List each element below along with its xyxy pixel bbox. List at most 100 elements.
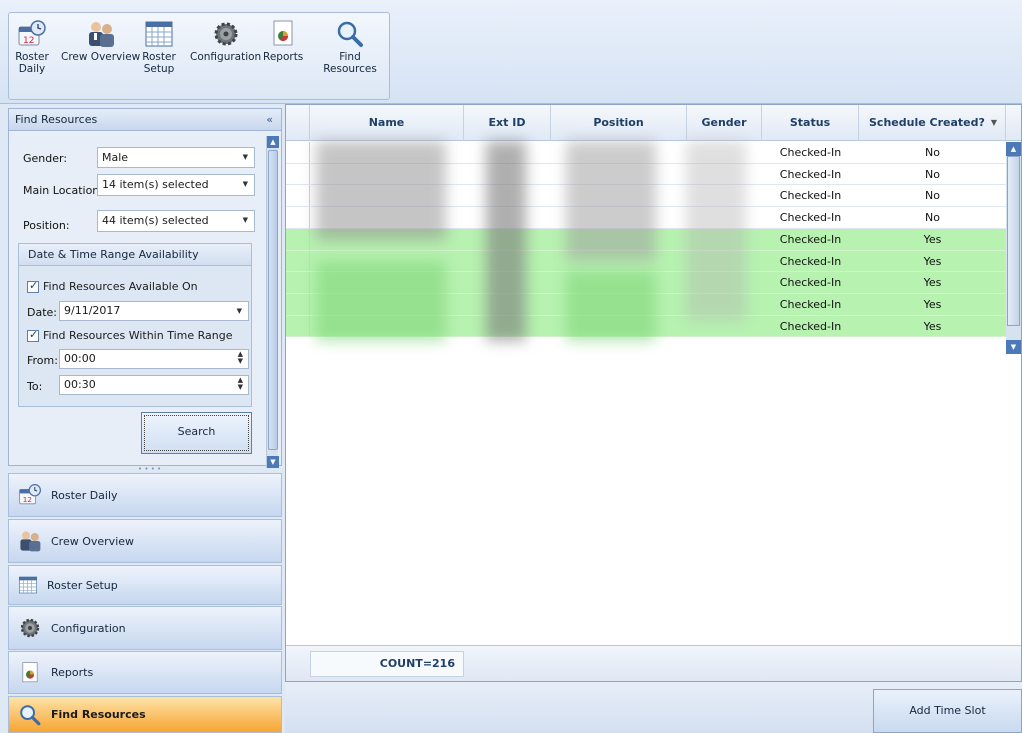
- checkbox-checked-icon[interactable]: [27, 328, 39, 342]
- table-row[interactable]: Checked-In Yes: [286, 293, 1006, 316]
- obscured-cell[interactable]: [310, 207, 464, 228]
- row-indicator[interactable]: [286, 142, 310, 163]
- schedule-cell[interactable]: Yes: [859, 316, 1006, 337]
- available-on-checkbox[interactable]: Find Resources Available On: [27, 279, 198, 293]
- obscured-cell[interactable]: [464, 164, 551, 185]
- status-cell[interactable]: Checked-In: [762, 294, 859, 315]
- column-header-position[interactable]: Position: [551, 105, 687, 141]
- obscured-cell[interactable]: [310, 185, 464, 206]
- ribbon-roster-setup-button[interactable]: Roster Setup: [142, 19, 176, 75]
- splitter-handle[interactable]: • • • •: [138, 465, 161, 473]
- collapse-panel-button[interactable]: «: [266, 109, 273, 130]
- row-indicator[interactable]: [286, 207, 310, 228]
- column-header-status[interactable]: Status: [762, 105, 859, 141]
- row-indicator[interactable]: [286, 315, 310, 337]
- obscured-cell[interactable]: [464, 229, 551, 250]
- obscured-cell[interactable]: [551, 251, 687, 272]
- column-header-ext-id[interactable]: Ext ID: [464, 105, 551, 141]
- status-cell[interactable]: Checked-In: [762, 272, 859, 293]
- schedule-cell[interactable]: No: [859, 164, 1006, 185]
- obscured-cell[interactable]: [310, 251, 464, 272]
- schedule-cell[interactable]: Yes: [859, 294, 1006, 315]
- obscured-cell[interactable]: [551, 142, 687, 163]
- obscured-cell[interactable]: [464, 294, 551, 315]
- table-row[interactable]: Checked-In No: [286, 185, 1006, 208]
- obscured-cell[interactable]: [551, 164, 687, 185]
- row-indicator[interactable]: [286, 185, 310, 207]
- ribbon-configuration-button[interactable]: Configuration: [190, 19, 261, 63]
- obscured-cell[interactable]: [687, 316, 762, 337]
- ribbon-crew-overview-button[interactable]: Crew Overview: [61, 19, 140, 63]
- obscured-cell[interactable]: [464, 185, 551, 206]
- scroll-thumb[interactable]: [1007, 156, 1020, 326]
- row-indicator[interactable]: [286, 228, 310, 250]
- status-cell[interactable]: Checked-In: [762, 229, 859, 250]
- obscured-cell[interactable]: [464, 316, 551, 337]
- obscured-cell[interactable]: [310, 142, 464, 163]
- schedule-cell[interactable]: Yes: [859, 272, 1006, 293]
- scroll-up-icon[interactable]: ▲: [267, 136, 279, 148]
- table-row[interactable]: Checked-In No: [286, 163, 1006, 186]
- column-header-schedule-created[interactable]: Schedule Created? ▼: [859, 105, 1006, 141]
- obscured-cell[interactable]: [687, 164, 762, 185]
- status-cell[interactable]: Checked-In: [762, 142, 859, 163]
- obscured-cell[interactable]: [310, 316, 464, 337]
- status-cell[interactable]: Checked-In: [762, 207, 859, 228]
- obscured-cell[interactable]: [687, 142, 762, 163]
- ribbon-find-resources-button[interactable]: Find Resources: [311, 19, 389, 75]
- main-location-select[interactable]: 14 item(s) selected ▼: [97, 174, 255, 196]
- status-cell[interactable]: Checked-In: [762, 251, 859, 272]
- table-row[interactable]: Checked-In Yes: [286, 250, 1006, 273]
- ribbon-reports-button[interactable]: Reports: [263, 19, 303, 63]
- schedule-cell[interactable]: No: [859, 207, 1006, 228]
- ribbon-roster-daily-button[interactable]: 12 Roster Daily: [15, 19, 49, 75]
- from-time-spinner[interactable]: 00:00 ▲ ▼: [59, 349, 249, 369]
- status-cell[interactable]: Checked-In: [762, 316, 859, 337]
- obscured-cell[interactable]: [464, 272, 551, 293]
- obscured-cell[interactable]: [687, 207, 762, 228]
- gender-select[interactable]: Male ▼: [97, 147, 255, 168]
- within-range-checkbox[interactable]: Find Resources Within Time Range: [27, 328, 233, 342]
- spinner-arrows-icon[interactable]: ▲ ▼: [238, 377, 243, 391]
- obscured-cell[interactable]: [464, 142, 551, 163]
- scroll-down-icon[interactable]: ▼: [1006, 340, 1021, 354]
- filter-icon[interactable]: ▼: [991, 105, 997, 141]
- obscured-cell[interactable]: [551, 207, 687, 228]
- schedule-cell[interactable]: Yes: [859, 229, 1006, 250]
- obscured-cell[interactable]: [551, 294, 687, 315]
- status-cell[interactable]: Checked-In: [762, 164, 859, 185]
- nav-roster-daily[interactable]: 12 Roster Daily: [8, 473, 282, 517]
- scroll-thumb[interactable]: [268, 150, 278, 450]
- schedule-cell[interactable]: Yes: [859, 251, 1006, 272]
- row-indicator[interactable]: [286, 250, 310, 272]
- add-time-slot-button[interactable]: Add Time Slot: [873, 689, 1022, 733]
- obscured-cell[interactable]: [687, 294, 762, 315]
- nav-configuration[interactable]: Configuration: [8, 606, 282, 650]
- nav-roster-setup[interactable]: Roster Setup: [8, 565, 282, 605]
- to-time-spinner[interactable]: 00:30 ▲ ▼: [59, 375, 249, 395]
- table-row[interactable]: Checked-In Yes: [286, 315, 1006, 338]
- chevron-down-icon[interactable]: ▼: [243, 211, 248, 230]
- obscured-cell[interactable]: [551, 316, 687, 337]
- nav-crew-overview[interactable]: Crew Overview: [8, 519, 282, 563]
- search-button[interactable]: Search: [141, 412, 252, 454]
- column-header-name[interactable]: Name: [310, 105, 464, 141]
- column-header-gender[interactable]: Gender: [687, 105, 762, 141]
- obscured-cell[interactable]: [687, 185, 762, 206]
- obscured-cell[interactable]: [687, 251, 762, 272]
- table-row[interactable]: Checked-In No: [286, 207, 1006, 229]
- schedule-cell[interactable]: No: [859, 185, 1006, 206]
- nav-find-resources[interactable]: Find Resources: [8, 696, 282, 733]
- table-row[interactable]: Checked-In Yes: [286, 272, 1006, 294]
- obscured-cell[interactable]: [687, 229, 762, 250]
- grid-scrollbar[interactable]: ▲ ▼: [1006, 142, 1021, 354]
- obscured-cell[interactable]: [551, 272, 687, 293]
- obscured-cell[interactable]: [687, 272, 762, 293]
- date-picker[interactable]: 9/11/2017 ▼: [59, 301, 249, 321]
- position-select[interactable]: 44 item(s) selected ▼: [97, 210, 255, 232]
- row-indicator[interactable]: [286, 272, 310, 293]
- obscured-cell[interactable]: [551, 185, 687, 206]
- obscured-cell[interactable]: [464, 207, 551, 228]
- checkbox-checked-icon[interactable]: [27, 279, 39, 293]
- obscured-cell[interactable]: [464, 251, 551, 272]
